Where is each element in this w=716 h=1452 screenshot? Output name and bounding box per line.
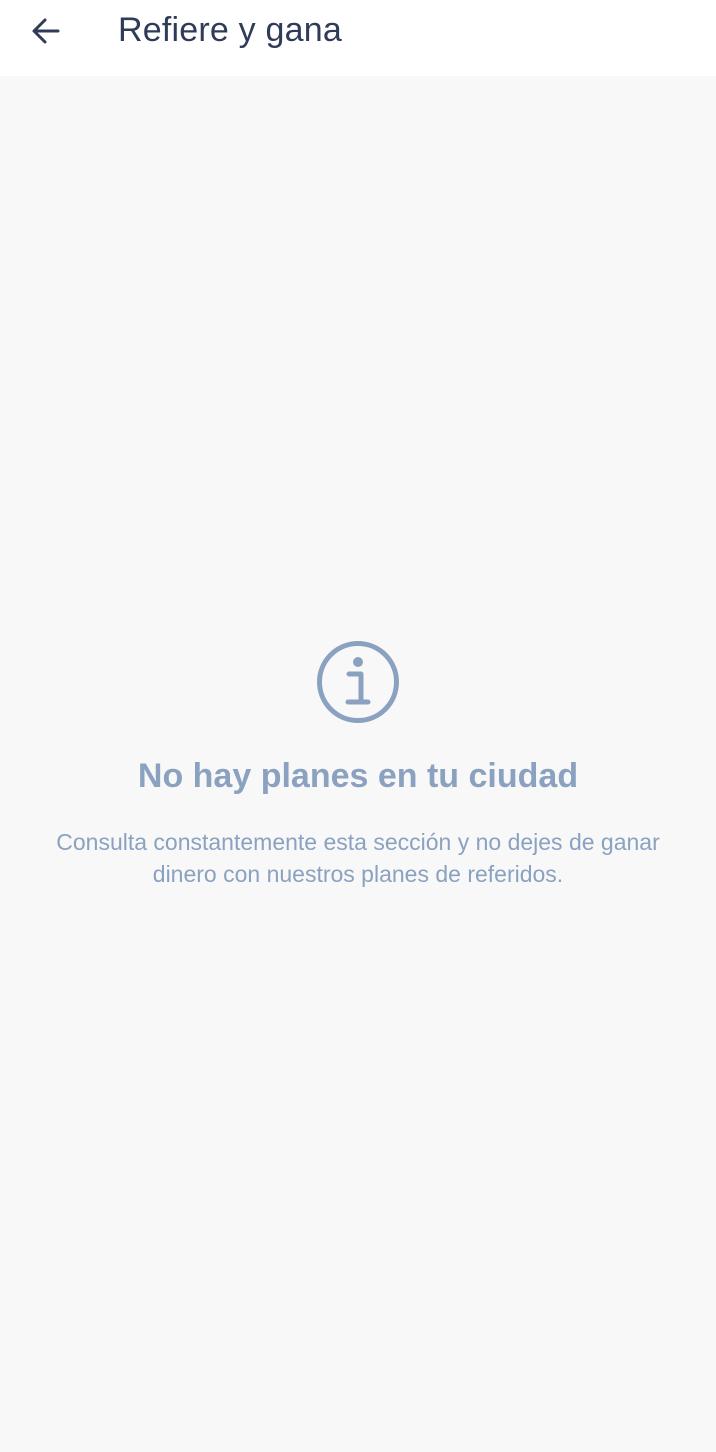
app-screen: Refiere y gana No hay planes en tu ciuda… <box>0 0 716 1452</box>
page-title: Refiere y gana <box>118 11 342 49</box>
info-icon <box>317 641 399 723</box>
empty-state: No hay planes en tu ciudad Consulta cons… <box>0 640 716 890</box>
empty-state-description: Consulta constantemente esta sección y n… <box>56 829 660 887</box>
arrow-left-icon <box>32 18 60 44</box>
empty-state-title: No hay planes en tu ciudad <box>137 757 579 795</box>
back-button[interactable] <box>22 8 70 54</box>
top-app-bar: Refiere y gana <box>0 0 716 76</box>
